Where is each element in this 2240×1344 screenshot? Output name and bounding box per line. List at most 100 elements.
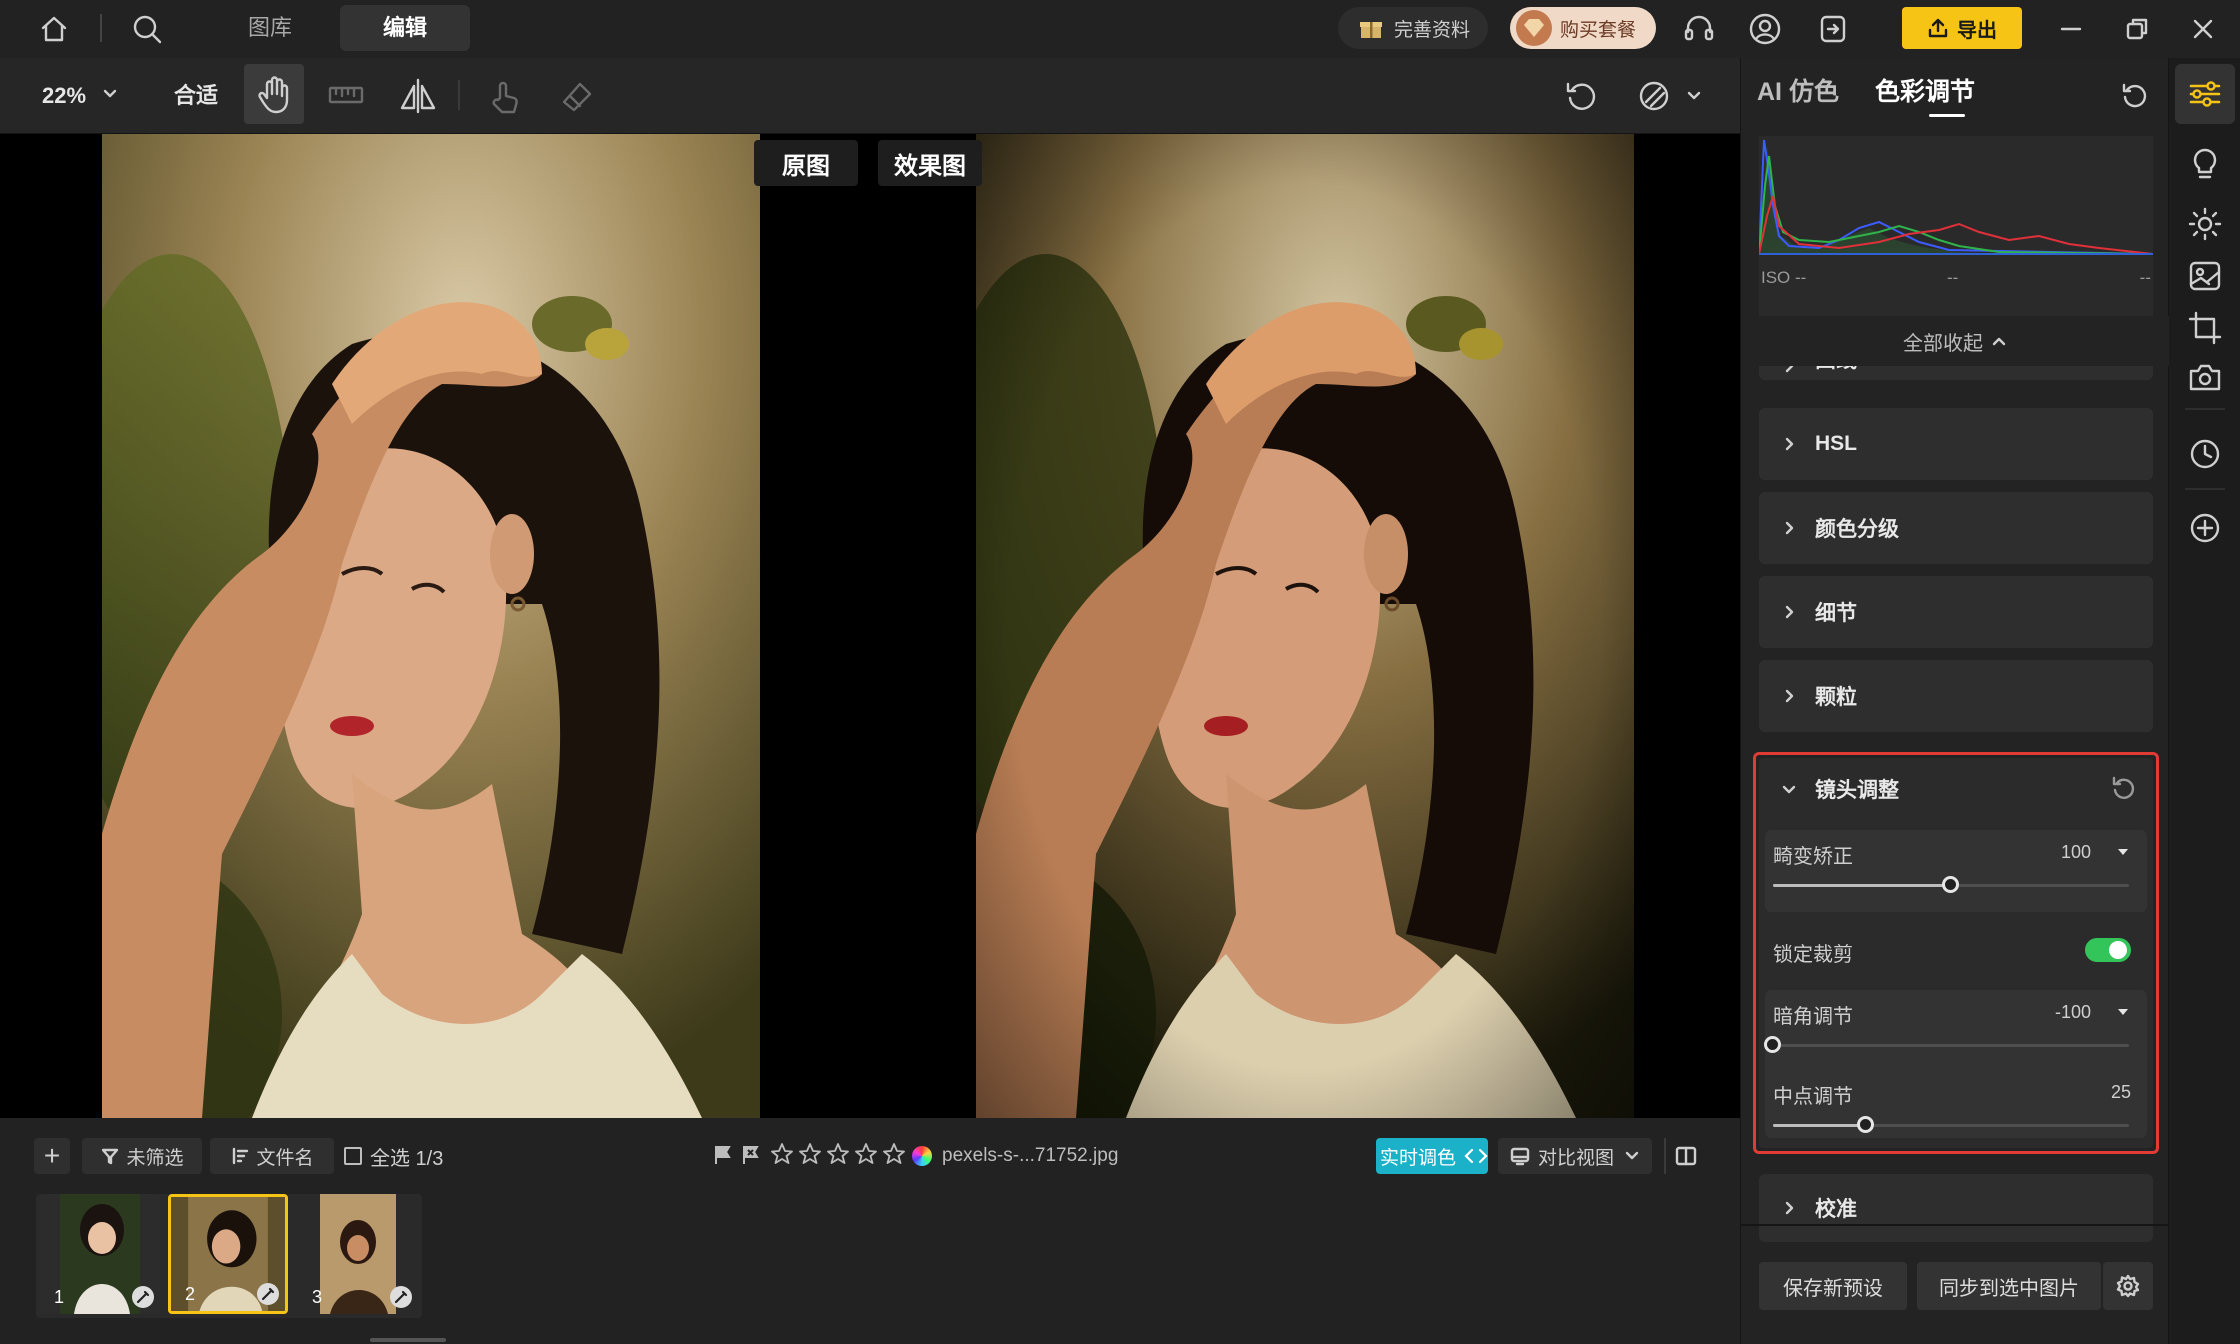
midpoint-fill [1773,1124,1866,1127]
photo-canvas[interactable]: 原图 效果图 [0,134,1740,1118]
hand-tool-button[interactable] [244,64,304,124]
thumbnail-3[interactable]: 3 [298,1194,418,1314]
lock-crop-toggle[interactable] [2085,938,2131,962]
home-icon[interactable] [38,13,70,45]
sort-icon [230,1146,250,1166]
section-lens-label: 镜头调整 [1815,779,1899,802]
midpoint-slider[interactable] [1773,1116,2129,1133]
edited-badge-icon [390,1286,412,1308]
history-icon[interactable] [2187,436,2223,472]
sort-button[interactable]: 文件名 [210,1138,334,1174]
distortion-slider[interactable] [1773,876,2129,893]
camera-icon[interactable] [2187,360,2223,396]
section-grain-label: 颗粒 [1815,686,1857,709]
section-detail[interactable]: 细节 [1759,576,2153,648]
plus-circle-icon[interactable] [2187,510,2223,546]
thumbnail-1[interactable]: 1 [40,1194,160,1314]
image-edit-icon[interactable] [2187,258,2223,294]
reset-icon[interactable] [2119,80,2149,110]
minimize-icon[interactable] [2058,16,2084,42]
collapse-all-button[interactable]: 全部收起 [1741,316,2169,366]
select-all-checkbox[interactable]: 全选 1/3 [344,1138,443,1174]
section-lens-header[interactable]: 镜头调整 [1759,758,2153,820]
rotate-icon[interactable] [1562,76,1602,116]
tab-color-adjust[interactable]: 色彩调节 [1875,72,1975,112]
split-view-button[interactable] [1668,1138,1704,1174]
checkbox-icon [344,1147,362,1165]
chevron-down-icon[interactable] [100,84,120,104]
tab-ai-color-match[interactable]: AI 仿色 [1757,72,1839,112]
thumbnail-number: 3 [312,1287,323,1307]
vignette-knob[interactable] [1764,1036,1781,1053]
close-icon[interactable] [2190,16,2216,42]
flip-icon[interactable] [398,76,438,116]
gear-icon [2116,1274,2140,1298]
section-lens: 镜头调整 畸变矫正 100 锁定裁剪 暗角调节 -100 中点调节 25 [1759,758,2153,1148]
sun-icon[interactable] [2187,206,2223,242]
section-detail-label: 细节 [1815,602,1857,625]
midpoint-value[interactable]: 25 [2111,1082,2131,1103]
section-color-grading[interactable]: 颜色分级 [1759,492,2153,564]
original-photo [102,134,760,1118]
touch-icon[interactable] [484,76,524,116]
section-calibration-label: 校准 [1815,1198,1857,1221]
adjust-tool-button[interactable] [2175,64,2235,124]
diamond-icon [1516,10,1552,46]
complete-profile-label: 完善资料 [1394,19,1471,41]
lens-reset-icon[interactable] [2109,774,2137,802]
result-label: 效果图 [878,140,982,186]
filmstrip-scrollbar[interactable] [370,1338,446,1342]
star-rating[interactable] [770,1142,910,1168]
midpoint-knob[interactable] [1856,1116,1874,1133]
section-hsl[interactable]: HSL [1759,408,2153,480]
import-icon[interactable] [1816,12,1850,46]
restore-icon[interactable] [2124,16,2150,42]
eraser-icon[interactable] [556,76,596,116]
realtime-toggle[interactable]: 实时调色 [1376,1138,1488,1174]
compare-view-dropdown[interactable]: 对比视图 [1498,1138,1652,1174]
tab-library[interactable]: 图库 [220,5,320,51]
distortion-fill [1773,884,1951,887]
color-label-icon[interactable] [912,1146,932,1166]
divider [100,14,102,42]
filter-icon [100,1146,120,1166]
section-calibration[interactable]: 校准 [1759,1174,2153,1242]
edited-badge-icon [132,1286,154,1308]
zoom-level[interactable]: 22% [42,78,86,114]
distortion-knob[interactable] [1942,876,1959,893]
select-all-label: 全选 1/3 [370,1147,444,1170]
ruler-icon[interactable] [326,76,366,116]
caret-down-icon[interactable] [2115,844,2131,860]
chevron-down-icon[interactable] [1684,86,1704,106]
search-icon[interactable] [130,12,164,46]
divider [1664,1138,1666,1174]
fit-button[interactable]: 合适 [174,78,218,114]
realtime-label: 实时调色 [1380,1147,1457,1169]
headset-icon[interactable] [1682,12,1716,46]
complete-profile-button[interactable]: 完善资料 [1338,7,1488,49]
section-grain[interactable]: 颗粒 [1759,660,2153,732]
divider [1741,1224,2169,1226]
save-preset-button[interactable]: 保存新预设 [1759,1262,1907,1310]
histogram: ISO -- -- -- [1759,136,2153,316]
chevron-right-icon [1781,1200,1803,1216]
bulb-icon[interactable] [2187,146,2223,182]
sync-settings-button[interactable] [2103,1262,2153,1310]
export-button[interactable]: 导出 [1902,7,2022,49]
flag-icon[interactable] [712,1144,734,1166]
caret-down-icon[interactable] [2115,1004,2131,1020]
crop-icon[interactable] [2187,310,2223,346]
sync-selected-button[interactable]: 同步到选中图片 [1917,1262,2101,1310]
buy-plan-button[interactable]: 购买套餐 [1510,7,1656,49]
thumbnail-2[interactable]: 2 [168,1194,288,1314]
vignette-value[interactable]: -100 [2055,1002,2091,1023]
vignette-slider[interactable] [1764,1036,2129,1053]
reject-flag-icon[interactable] [740,1144,762,1166]
filter-button[interactable]: 未筛选 [82,1138,202,1174]
add-button[interactable]: + [34,1138,70,1174]
tab-edit[interactable]: 编辑 [340,5,470,51]
chevron-right-icon [1781,520,1803,536]
user-icon[interactable] [1748,12,1782,46]
compare-mask-icon[interactable] [1634,76,1674,116]
distortion-value[interactable]: 100 [2061,842,2091,863]
